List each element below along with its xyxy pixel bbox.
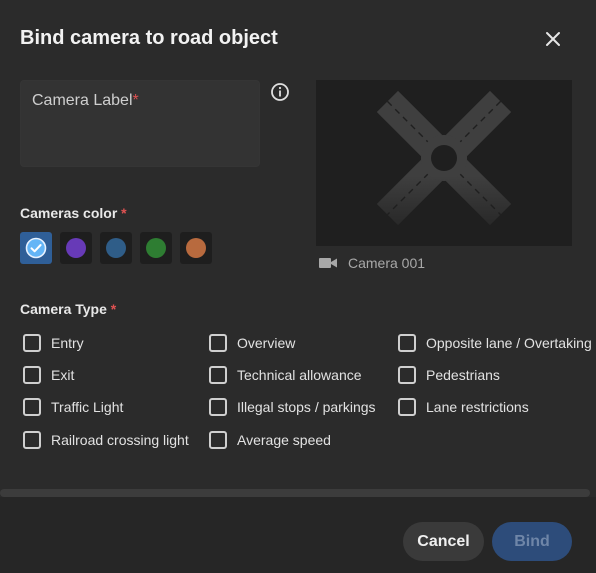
camera-type-label: Camera Type * — [20, 301, 117, 317]
checkbox-label: Overview — [237, 335, 296, 351]
checkbox-label: Traffic Light — [51, 399, 124, 415]
checkbox-traffic-light[interactable]: Traffic Light — [23, 398, 123, 416]
checkbox-exit[interactable]: Exit — [23, 366, 74, 384]
checkbox-overview[interactable]: Overview — [209, 334, 295, 352]
camera-label-field[interactable]: Camera Label* — [20, 80, 260, 167]
color-dot — [146, 238, 166, 258]
checkbox-average-speed[interactable]: Average speed — [209, 431, 331, 449]
color-swatch-purple[interactable] — [60, 232, 92, 264]
checkbox-railroad-crossing-light[interactable]: Railroad crossing light — [23, 431, 189, 449]
color-swatch-navy[interactable] — [100, 232, 132, 264]
close-icon — [546, 32, 560, 46]
info-icon[interactable] — [270, 82, 290, 102]
checkbox-label: Lane restrictions — [426, 399, 529, 415]
camera-label-input[interactable] — [21, 81, 259, 166]
checkbox-opposite-lane[interactable]: Opposite lane / Overtaking — [398, 334, 592, 352]
checkbox-pedestrians[interactable]: Pedestrians — [398, 366, 500, 384]
checkbox[interactable] — [23, 366, 41, 384]
checkbox[interactable] — [398, 334, 416, 352]
checkbox-entry[interactable]: Entry — [23, 334, 84, 352]
checkbox[interactable] — [23, 398, 41, 416]
checkbox[interactable] — [209, 334, 227, 352]
color-swatches — [20, 232, 212, 264]
camera-caption: Camera 001 — [318, 255, 425, 271]
road-object-preview — [316, 80, 572, 246]
checkbox[interactable] — [23, 334, 41, 352]
checkbox[interactable] — [209, 366, 227, 384]
checkbox-label: Technical allowance — [237, 367, 362, 383]
checkbox-technical-allowance[interactable]: Technical allowance — [209, 366, 362, 384]
checkbox-illegal-stops[interactable]: Illegal stops / parkings — [209, 398, 376, 416]
checkbox-lane-restrictions[interactable]: Lane restrictions — [398, 398, 529, 416]
cameras-color-label: Cameras color * — [20, 205, 127, 221]
checkbox-label: Railroad crossing light — [51, 432, 189, 448]
color-swatch-blue[interactable] — [20, 232, 52, 264]
checkbox-label: Entry — [51, 335, 84, 351]
color-dot — [106, 238, 126, 258]
close-button[interactable] — [540, 26, 566, 52]
checkbox-label: Exit — [51, 367, 75, 383]
checkbox[interactable] — [398, 398, 416, 416]
camera-name: Camera 001 — [348, 255, 426, 271]
bind-camera-dialog: Bind camera to road object Camera Label* — [0, 0, 596, 573]
color-swatch-green[interactable] — [140, 232, 172, 264]
required-mark: * — [110, 301, 117, 317]
color-dot — [186, 238, 206, 258]
color-swatch-orange[interactable] — [180, 232, 212, 264]
checkbox-label: Pedestrians — [426, 367, 500, 383]
intersection-diagram — [316, 90, 572, 246]
horizontal-scrollbar[interactable] — [0, 489, 590, 497]
checkbox[interactable] — [23, 431, 41, 449]
checkbox[interactable] — [398, 366, 416, 384]
checkbox[interactable] — [209, 431, 227, 449]
checkbox[interactable] — [209, 398, 227, 416]
bind-button[interactable]: Bind — [492, 522, 572, 561]
checkbox-label: Opposite lane / Overtaking — [426, 335, 592, 351]
dialog-title: Bind camera to road object — [20, 27, 278, 49]
checkbox-label: Illegal stops / parkings — [237, 399, 376, 415]
required-mark: * — [121, 205, 127, 221]
checkmark-icon — [25, 237, 47, 259]
cancel-button[interactable]: Cancel — [403, 522, 484, 561]
video-camera-icon — [319, 258, 337, 268]
checkbox-label: Average speed — [237, 432, 331, 448]
color-dot — [66, 238, 86, 258]
